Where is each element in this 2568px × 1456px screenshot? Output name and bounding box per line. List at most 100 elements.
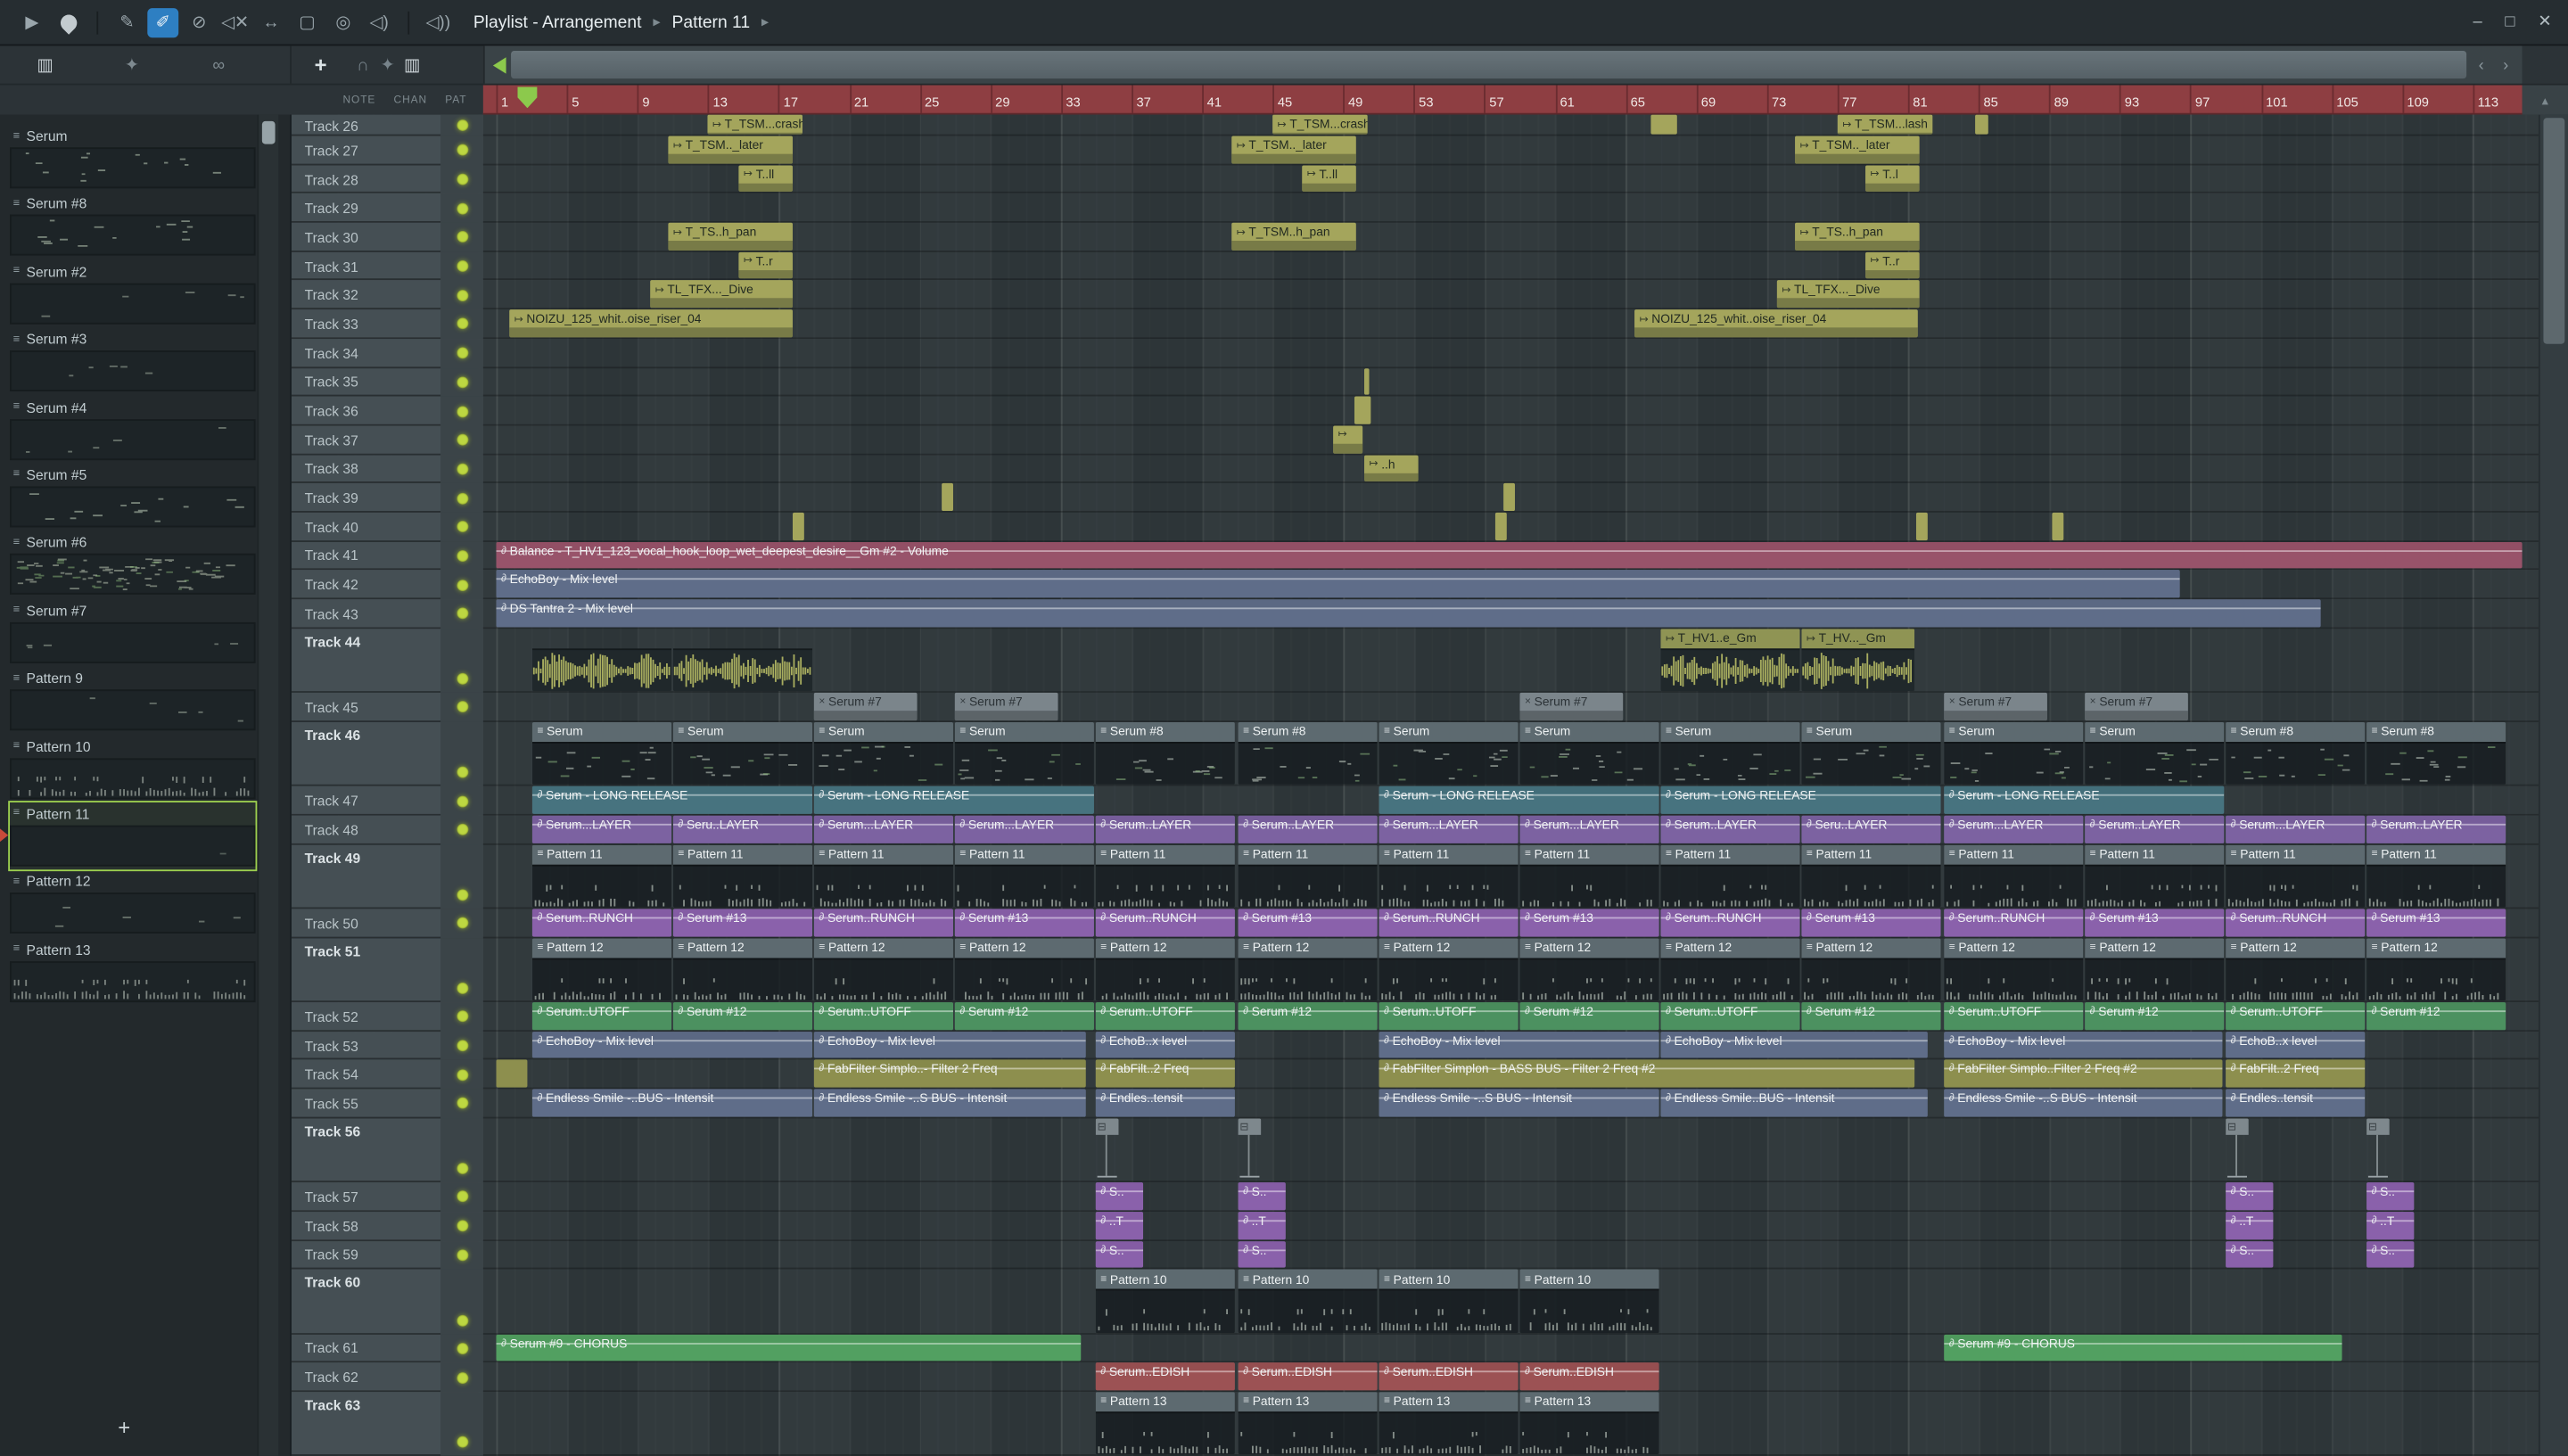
clip-sample[interactable]: ↦ NOIZU_125_whit..oise_riser_04 (509, 309, 793, 338)
clip-pattern[interactable]: ≡ Serum (1660, 721, 1800, 786)
track-lane[interactable]: ∂ S.. ∂ S.. ∂ S.. ∂ S.. (483, 1240, 2568, 1269)
clip-audio[interactable] (672, 629, 813, 692)
track-header[interactable]: Track 50 (291, 909, 483, 938)
clip-auto[interactable]: ∂ Serum..LAYER (2085, 815, 2225, 843)
track-header[interactable]: Track 26 (291, 114, 483, 136)
clip-auto[interactable]: ∂ Serum..LAYER (2366, 815, 2506, 843)
keys-icon[interactable]: ▥ (402, 50, 422, 79)
clip-auto[interactable]: ∂ Endles..tensit (1095, 1089, 1235, 1117)
clip-auto[interactable]: ∂ Serum #13 (1238, 909, 1378, 936)
track-mute-led[interactable] (456, 1343, 468, 1354)
clip-auto[interactable]: ∂ Serum..UTOFF (1944, 1002, 2084, 1030)
clip-pattern[interactable]: ≡ Serum #8 (2226, 721, 2366, 786)
track-mute-led[interactable] (456, 202, 468, 215)
track-mute-led[interactable] (456, 521, 468, 533)
track-lane[interactable] (483, 339, 2568, 367)
track-mute-led[interactable] (456, 231, 468, 243)
track-lane[interactable]: ∂ Balance - T_HV1_123_vocal_hook_loop_wet… (483, 541, 2568, 570)
clip-audio[interactable]: ↦ T_HV..._Gm (1801, 628, 1915, 692)
clip-auto[interactable]: ∂ Endless Smile -..S BUS - Intensit (1379, 1089, 1659, 1117)
pianoroll-icon[interactable]: ▥ (29, 50, 61, 79)
clip-auto[interactable]: ∂ S.. (1095, 1240, 1144, 1269)
fl-logo[interactable] (53, 7, 84, 37)
track-mute-led[interactable] (456, 579, 468, 591)
clip-auto[interactable]: ∂ Serum...LAYER (1519, 815, 1659, 843)
draw-icon[interactable]: ✎ (111, 7, 143, 37)
track-header[interactable]: Track 40 (291, 512, 483, 542)
breadcrumb-playlist-arrangement[interactable]: Playlist - Arrangement (473, 12, 642, 32)
track-header[interactable]: Track 44 (291, 628, 483, 694)
track-lane[interactable]: ≡ Pattern 11 ≡ Pattern 11 ≡ Pattern 11 ≡ Patter… (483, 843, 2568, 909)
clip-auto[interactable]: ∂ Serum #12 (1519, 1002, 1659, 1030)
pattern-item-serum-4[interactable]: ≡ Serum #4 (10, 396, 256, 464)
clip-pattern[interactable]: ≡ Serum #8 (1238, 721, 1378, 786)
clip-pattern[interactable]: ≡ Serum #8 (2366, 721, 2506, 786)
clip-sample[interactable]: ↦ T_TSM.._later (668, 136, 793, 164)
clip-auto[interactable]: ∂ Serum...LAYER (954, 815, 1094, 843)
link-icon[interactable]: ∞ (203, 50, 235, 79)
clip-pattern[interactable]: ≡ Pattern 12 (1660, 937, 1800, 1001)
track-lane[interactable] (483, 512, 2568, 541)
track-lane[interactable]: ∂ ..T ∂ ..T ∂ ..T ∂ ..T (483, 1211, 2568, 1240)
track-lane[interactable] (483, 367, 2568, 396)
clip-auto[interactable]: ∂ Serum..UTOFF (1660, 1002, 1800, 1030)
track-lane[interactable]: ↦ T_TS..h_pan ↦ T_TSM..h_pan ↦ T_TS..h_pan (483, 222, 2568, 251)
clip-pattern[interactable]: ≡ Pattern 13 (1238, 1392, 1378, 1455)
play-icon[interactable]: ▶ (16, 7, 47, 37)
clip-auto[interactable]: ∂ Serum..UTOFF (1379, 1002, 1519, 1030)
clip-mini[interactable] (1915, 512, 1928, 540)
add-track-button[interactable]: + (315, 53, 327, 78)
clip-muted[interactable]: × Serum #7 (1519, 693, 1624, 720)
track-header[interactable]: Track 41 (291, 541, 483, 571)
clip-auto[interactable]: ∂ Endles..tensit (2226, 1089, 2366, 1117)
clip-auto[interactable]: ∂ FabFilter Simplo..- Filter 2 Freq (813, 1060, 1086, 1088)
pattern-item-pattern-10[interactable]: ≡ Pattern 10 (10, 735, 256, 802)
clip-pattern[interactable]: ≡ Serum (672, 721, 813, 786)
clip-auto[interactable]: ∂ ..T (1238, 1211, 1286, 1239)
breadcrumb-pattern-11[interactable]: Pattern 11 (672, 12, 751, 32)
clip-auto[interactable]: ∂ Serum #12 (2366, 1002, 2506, 1030)
pattern-item-serum-6[interactable]: ≡ Serum #6 (10, 531, 256, 599)
scroll-left-button[interactable]: ‹ (2470, 51, 2493, 80)
clip-auto[interactable]: ∂ S.. (1095, 1182, 1144, 1211)
track-mute-led[interactable] (456, 1314, 468, 1327)
clip-pattern[interactable]: ≡ Pattern 11 (531, 843, 672, 908)
track-lane[interactable]: ↦ T_TSM.._later ↦ T_TSM.._later ↦ T_TSM.._lat… (483, 136, 2568, 164)
track-mute-led[interactable] (456, 608, 468, 620)
clip-pattern[interactable]: ≡ Pattern 12 (1238, 937, 1378, 1001)
clip-pattern[interactable]: ≡ Pattern 13 (1095, 1392, 1235, 1455)
timeline-ruler[interactable]: 1 5 9 13 17 21 25 29 33 37 41 45 49 53 57 61 65 69 73 77 81 8… (482, 85, 2523, 115)
track-header[interactable]: Track 35 (291, 367, 483, 397)
clip-sample[interactable]: ↦ T_TSM.._later (1231, 136, 1356, 164)
clip-auto[interactable]: ∂ Serum...LAYER (2226, 815, 2366, 843)
track-lane[interactable]: ∂ EchoBoy - Mix level ∂ EchoBoy - Mix level… (483, 1031, 2568, 1060)
track-header[interactable]: Track 55 (291, 1089, 483, 1119)
paint-icon[interactable]: ✐ (147, 7, 179, 37)
clip-auto[interactable]: ∂ EchoBoy - Mix level (1660, 1031, 1928, 1059)
clip-sample[interactable]: ↦ TL_TFX..._Dive (1776, 280, 1920, 308)
clip-auto[interactable]: ∂ Endless Smile -..S BUS - Intensit (813, 1089, 1086, 1117)
clip-auto[interactable]: ∂ S.. (1238, 1182, 1286, 1211)
clip-auto[interactable]: ∂ S.. (2226, 1182, 2274, 1211)
clip-auto[interactable]: ∂ EchoBoy - Mix level (1379, 1031, 1659, 1059)
track-header[interactable]: Track 38 (291, 454, 483, 484)
clip-mini[interactable] (1363, 367, 1370, 395)
track-mute-led[interactable] (456, 434, 468, 446)
clip-pattern[interactable]: ≡ Pattern 11 (954, 843, 1094, 908)
track-mute-led[interactable] (456, 1220, 468, 1232)
clip-pattern[interactable]: ≡ Serum (1801, 721, 1941, 786)
clip-auto[interactable]: ∂ Seru..LAYER (1801, 815, 1941, 843)
pattern-item-serum-5[interactable]: ≡ Serum #5 (10, 464, 256, 531)
clip-auto[interactable]: ∂ FabFilter Simplo..Filter 2 Freq #2 (1944, 1060, 2223, 1088)
clip-pattern[interactable]: ≡ Pattern 12 (672, 937, 813, 1001)
clip-pattern[interactable]: ≡ Pattern 12 (1944, 937, 2084, 1001)
clip-mini[interactable] (1354, 396, 1371, 424)
clip-sample[interactable]: ↦ T_TS..h_pan (1795, 222, 1920, 251)
clip-stub[interactable]: ⊟ (2366, 1118, 2390, 1181)
track-lane[interactable]: ↦ (483, 425, 2568, 454)
clip-pattern[interactable]: ≡ Pattern 11 (1095, 843, 1235, 908)
track-header[interactable]: Track 49 (291, 843, 483, 909)
track-lane[interactable]: ≡ Pattern 10 ≡ Pattern 10 ≡ Pattern 10 ≡ Patter… (483, 1269, 2568, 1334)
clip-pattern[interactable]: ≡ Serum (954, 721, 1094, 786)
pattern-item-serum-7[interactable]: ≡ Serum #7 (10, 599, 256, 667)
